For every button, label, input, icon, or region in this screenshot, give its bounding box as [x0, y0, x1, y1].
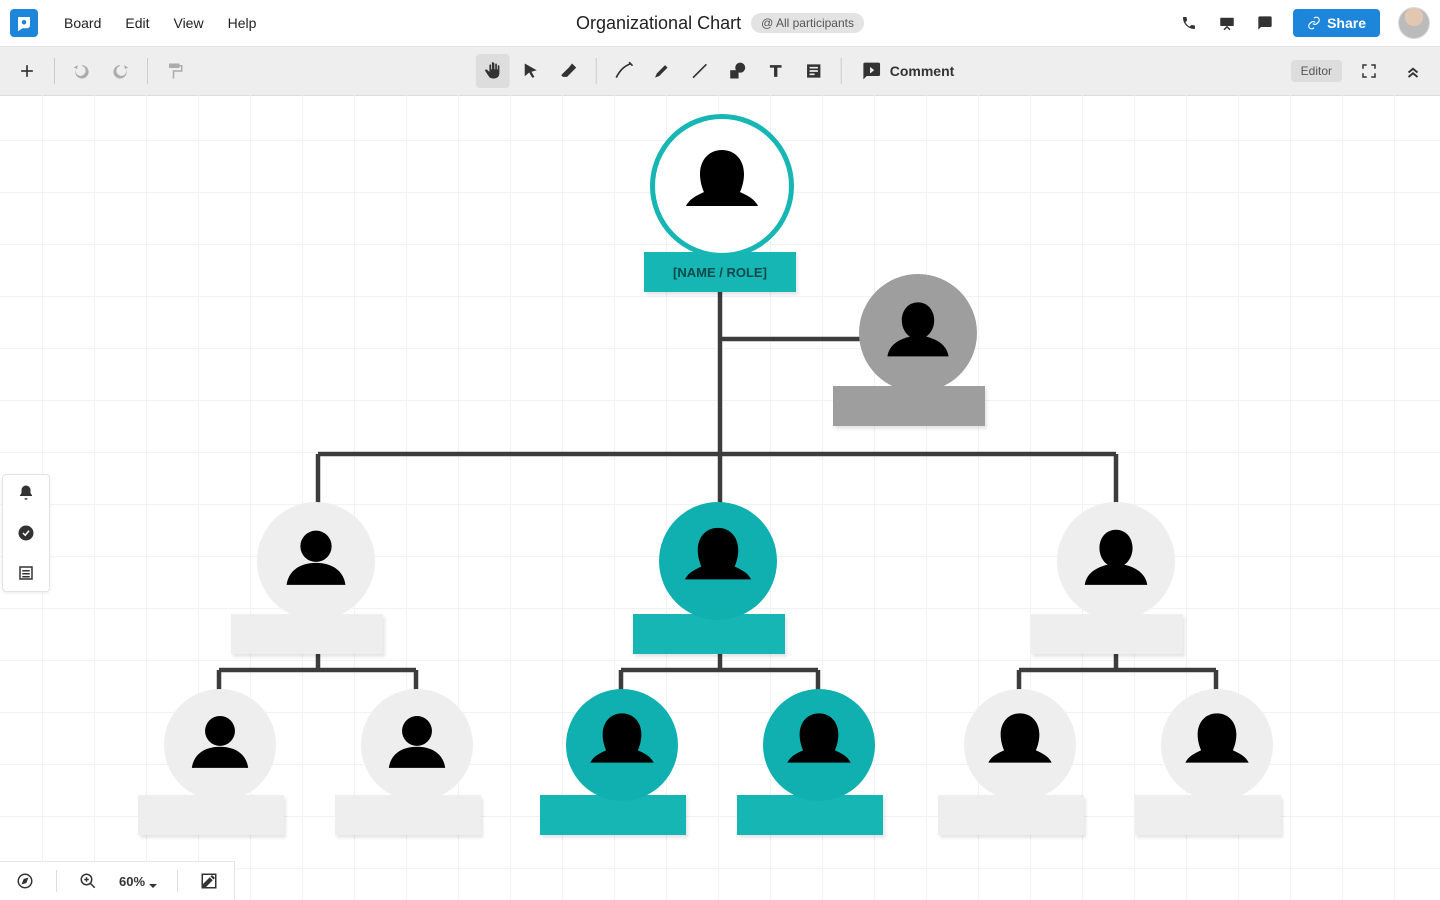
note-tool[interactable]	[797, 54, 831, 88]
navigator-button[interactable]	[8, 864, 42, 898]
menu-bar: Board Edit View Help Organizational Char…	[0, 0, 1440, 47]
line-tool[interactable]	[683, 54, 717, 88]
document-title-area: Organizational Chart @ All participants	[576, 13, 864, 34]
edit-mode-button[interactable]	[192, 864, 226, 898]
notifications-icon[interactable]	[16, 483, 36, 503]
org-node-emp-2[interactable]	[352, 689, 481, 835]
toolbar-separator	[54, 58, 55, 84]
org-node-emp-3[interactable]	[557, 689, 686, 835]
undo-button[interactable]	[65, 54, 99, 88]
menubar-right: Share	[1179, 7, 1430, 39]
org-node-emp-6[interactable]	[1152, 689, 1281, 835]
menu-view[interactable]: View	[173, 15, 203, 31]
zoom-in-button[interactable]	[71, 864, 105, 898]
approve-icon[interactable]	[16, 523, 36, 543]
present-icon[interactable]	[1217, 13, 1237, 33]
list-icon[interactable]	[16, 563, 36, 583]
menu-edit[interactable]: Edit	[125, 15, 149, 31]
format-paint-button[interactable]	[158, 54, 192, 88]
collapse-button[interactable]	[1396, 54, 1430, 88]
org-node-assistant[interactable]	[850, 274, 985, 426]
pen-tool[interactable]	[607, 54, 641, 88]
bottombar-separator	[56, 870, 57, 892]
eraser-tool[interactable]	[552, 54, 586, 88]
toolbar-separator	[841, 58, 842, 84]
share-button-label: Share	[1327, 15, 1366, 31]
org-root-label: [NAME / ROLE]	[673, 265, 767, 280]
toolbar-separator	[147, 58, 148, 84]
user-avatar[interactable]	[1398, 7, 1430, 39]
document-title[interactable]: Organizational Chart	[576, 13, 741, 34]
toolbar-separator	[596, 58, 597, 84]
org-node-root[interactable]: [NAME / ROLE]	[648, 114, 796, 292]
bottom-bar: 60%	[0, 861, 235, 900]
org-node-manager-right[interactable]	[1048, 502, 1183, 654]
toolbar-center: Comment	[476, 54, 965, 88]
fullscreen-button[interactable]	[1352, 54, 1386, 88]
comment-tool-label: Comment	[890, 63, 955, 79]
share-button[interactable]: Share	[1293, 9, 1380, 37]
menu-board[interactable]: Board	[64, 15, 101, 31]
shape-tool[interactable]	[721, 54, 755, 88]
chat-icon[interactable]	[1255, 13, 1275, 33]
org-node-manager-left[interactable]	[248, 502, 383, 654]
select-tool[interactable]	[514, 54, 548, 88]
participants-pill[interactable]: @ All participants	[751, 13, 864, 33]
add-button[interactable]	[10, 54, 44, 88]
org-node-emp-4[interactable]	[754, 689, 883, 835]
zoom-level[interactable]: 60%	[119, 874, 145, 889]
org-node-emp-1[interactable]	[155, 689, 284, 835]
text-tool[interactable]	[759, 54, 793, 88]
side-panel	[2, 474, 50, 592]
phone-icon[interactable]	[1179, 13, 1199, 33]
app-logo[interactable]	[10, 9, 38, 37]
bottombar-separator	[177, 870, 178, 892]
marker-tool[interactable]	[645, 54, 679, 88]
org-node-emp-5[interactable]	[955, 689, 1084, 835]
org-node-manager-center[interactable]	[650, 502, 785, 654]
pan-tool[interactable]	[476, 54, 510, 88]
comment-tool[interactable]: Comment	[852, 54, 965, 88]
menu-help[interactable]: Help	[228, 15, 257, 31]
toolbar: Comment Editor	[0, 47, 1440, 96]
role-pill[interactable]: Editor	[1291, 60, 1342, 82]
redo-button[interactable]	[103, 54, 137, 88]
canvas[interactable]: [NAME / ROLE]	[0, 94, 1440, 900]
